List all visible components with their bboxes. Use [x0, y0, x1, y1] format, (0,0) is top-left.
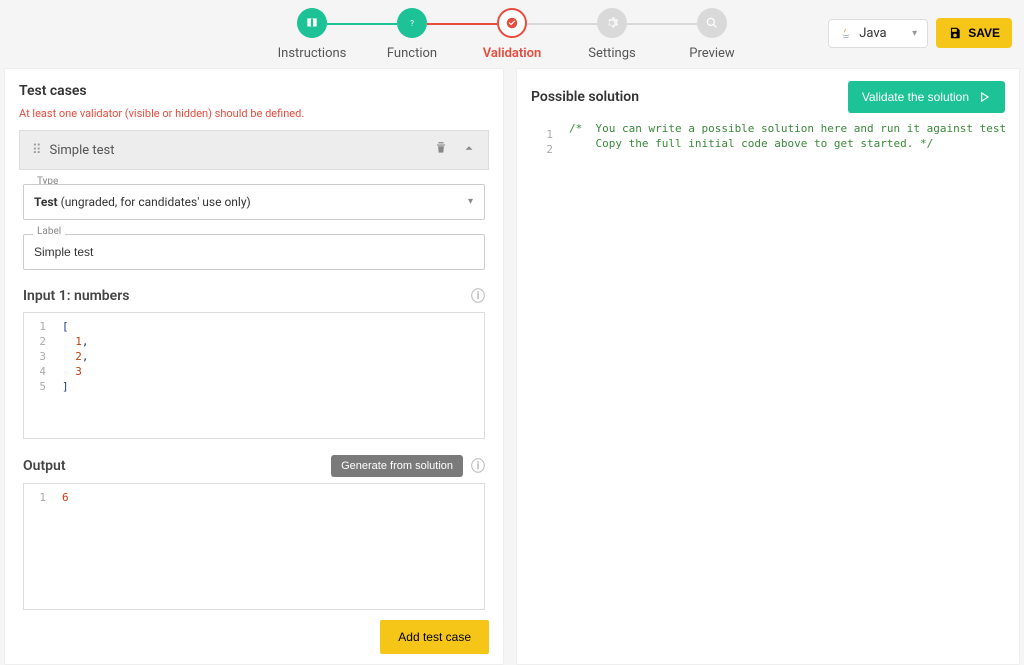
type-field: Type Test (ungraded, for candidates' use… [23, 184, 485, 220]
generate-from-solution-button[interactable]: Generate from solution [331, 455, 463, 477]
code-body[interactable]: [ 1, 2, 3 ] [54, 313, 484, 438]
step-settings[interactable]: Settings [562, 8, 662, 61]
type-value-rest: (ungraded, for candidates' use only) [58, 195, 251, 209]
input-title: Input 1: numbers [23, 288, 129, 304]
validate-solution-button[interactable]: Validate the solution [848, 81, 1005, 113]
step-label: Function [387, 46, 437, 61]
svg-text:?: ? [410, 17, 414, 27]
java-icon [839, 26, 853, 40]
header: Instructions ? Function Validation Setti… [0, 0, 1024, 68]
drag-handle-icon[interactable]: ⠿ [32, 143, 42, 158]
output-title: Output [23, 458, 66, 474]
solution-header: Possible solution Validate the solution [517, 69, 1019, 121]
question-icon: ? [397, 8, 427, 38]
step-label: Validation [483, 46, 542, 61]
output-editor[interactable]: 1 6 [23, 483, 485, 610]
step-label: Preview [689, 46, 734, 61]
gear-icon [597, 8, 627, 38]
chevron-down-icon: ▾ [912, 28, 917, 39]
label-input[interactable] [23, 234, 485, 270]
step-label: Instructions [278, 46, 347, 61]
testcase-header[interactable]: ⠿ Simple test [19, 130, 489, 170]
info-icon[interactable]: ⓘ [471, 286, 485, 306]
main: Test cases At least one validator (visib… [0, 68, 1024, 665]
type-select[interactable]: Test (ungraded, for candidates' use only… [23, 184, 485, 220]
label-label: Label [33, 226, 65, 237]
step-connector [527, 23, 597, 25]
save-icon [948, 26, 962, 40]
line-gutter: 12 [531, 121, 561, 664]
add-testcase-row: Add test case [5, 610, 503, 664]
line-gutter: 12345 [24, 313, 54, 438]
header-actions: Java ▾ SAVE [828, 18, 1012, 48]
step-instructions[interactable]: Instructions [262, 8, 362, 61]
solution-title: Possible solution [531, 89, 639, 105]
validate-label: Validate the solution [862, 90, 969, 104]
chevron-up-icon[interactable] [462, 141, 476, 159]
stepper: Instructions ? Function Validation Setti… [262, 8, 762, 61]
info-icon[interactable]: ⓘ [471, 456, 485, 476]
input-editor[interactable]: 12345 [ 1, 2, 3 ] [23, 312, 485, 439]
play-icon [977, 90, 991, 104]
output-section-header: Output Generate from solution ⓘ [5, 439, 503, 483]
step-preview[interactable]: Preview [662, 8, 762, 61]
step-connector [627, 23, 697, 25]
testcases-panel: Test cases At least one validator (visib… [4, 68, 504, 665]
input-section-header: Input 1: numbers ⓘ [5, 270, 503, 312]
check-icon [497, 8, 527, 38]
type-value-bold: Test [34, 195, 58, 209]
code-body[interactable]: 6 [54, 484, 484, 609]
language-select[interactable]: Java ▾ [828, 19, 928, 48]
book-icon [297, 8, 327, 38]
step-connector [427, 23, 497, 25]
save-button[interactable]: SAVE [936, 18, 1012, 48]
search-icon [697, 8, 727, 38]
testcase-name: Simple test [50, 143, 115, 158]
add-testcase-button[interactable]: Add test case [380, 620, 489, 654]
solution-panel: Possible solution Validate the solution … [516, 68, 1020, 665]
testcases-title: Test cases [5, 69, 503, 107]
line-gutter: 1 [24, 484, 54, 609]
step-label: Settings [588, 46, 635, 61]
step-validation[interactable]: Validation [462, 8, 562, 61]
solution-editor[interactable]: 12 /* You can write a possible solution … [531, 121, 1005, 664]
trash-icon[interactable] [434, 141, 448, 159]
language-label: Java [859, 26, 886, 41]
code-body[interactable]: /* You can write a possible solution her… [561, 121, 1005, 664]
step-function[interactable]: ? Function [362, 8, 462, 61]
validator-warning: At least one validator (visible or hidde… [5, 107, 503, 130]
save-label: SAVE [968, 26, 1000, 40]
label-field: Label [23, 234, 485, 270]
step-connector [327, 23, 397, 25]
